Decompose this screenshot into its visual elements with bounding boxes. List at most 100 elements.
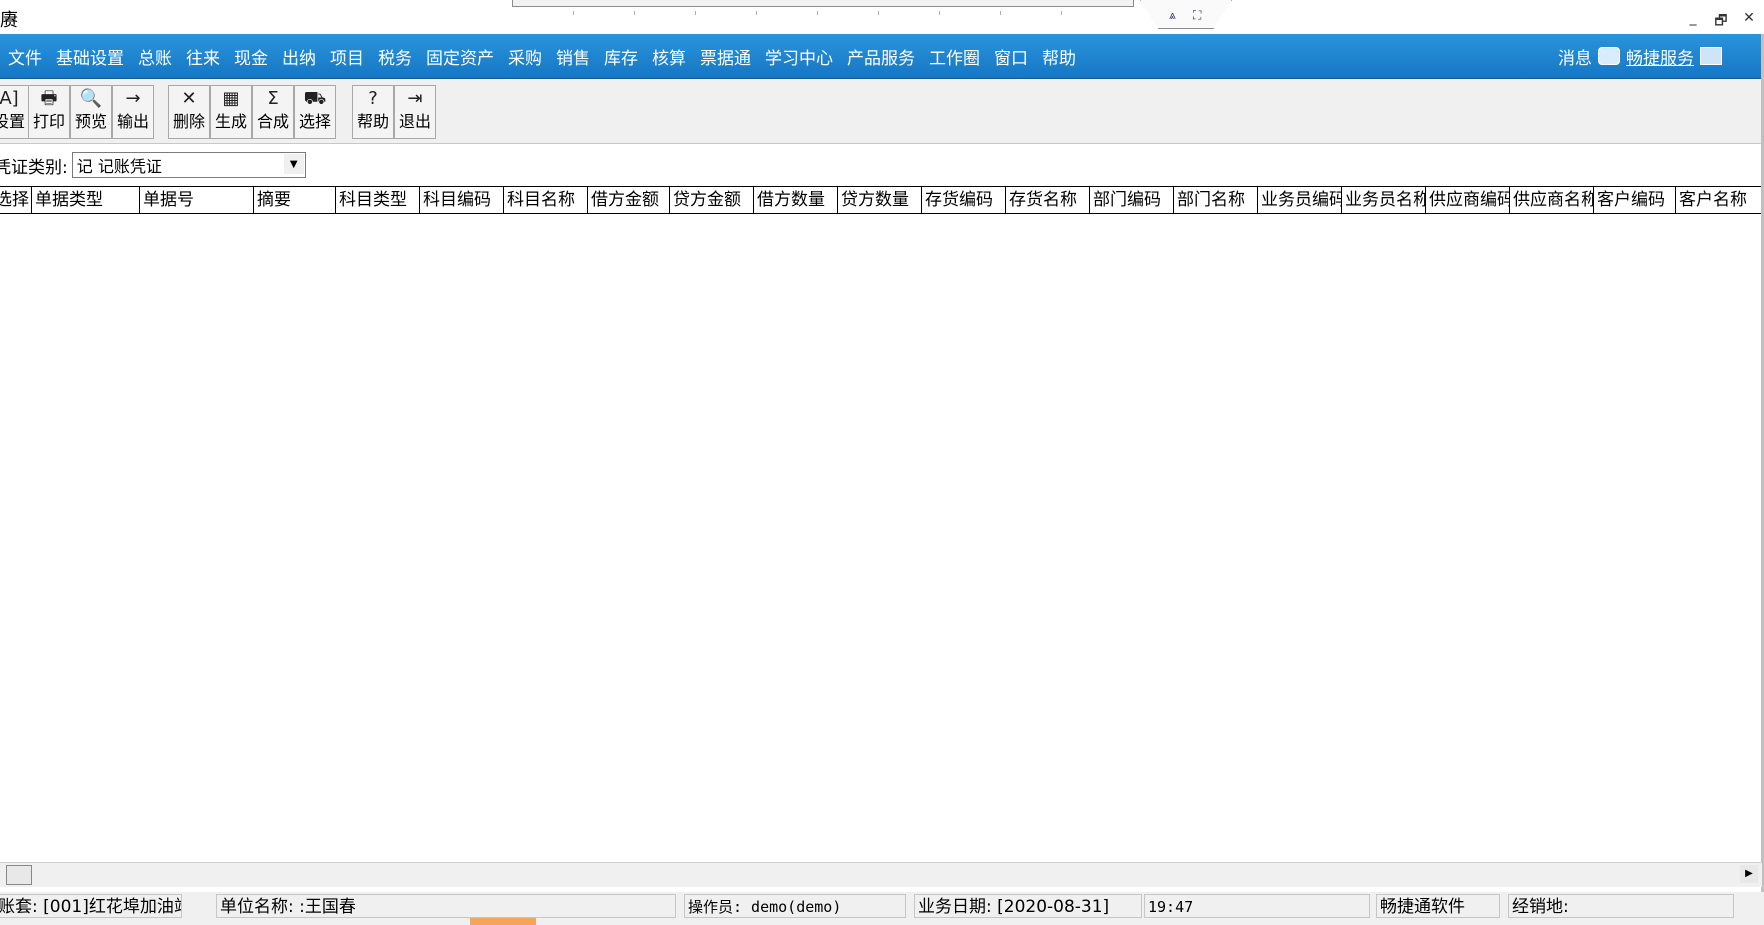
toolbar-label: 退出 — [398, 112, 431, 131]
column-header[interactable]: 存货名称 — [1006, 187, 1090, 213]
toolbar-label: 合成 — [256, 112, 289, 131]
column-header[interactable]: 单据类型 — [32, 187, 140, 213]
grid-body[interactable] — [0, 214, 1762, 862]
column-header[interactable]: 科目类型 — [336, 187, 420, 213]
grid-header: 选择单据类型单据号摘要科目类型科目编码科目名称借方金额贷方金额借方数量贷方数量存… — [0, 186, 1762, 215]
column-header[interactable]: 供应商编码 — [1426, 187, 1510, 213]
toolbar-label: 设置 — [0, 112, 25, 131]
toolbar-label: 输出 — [116, 112, 149, 131]
toolbar-button[interactable]: A] 设置 — [0, 85, 30, 139]
column-header[interactable]: 借方数量 — [754, 187, 838, 213]
toolbar-button[interactable]: → 输出 — [112, 85, 154, 139]
status-progress-indicator — [470, 918, 536, 925]
service-window-icon[interactable] — [1700, 47, 1722, 65]
toolbar: A] 设置 🖶 打印 🔍 预览 → 输出 ✕ 删除 ▦ 生成 Σ 合成 ⛟ 选择? 帮助 ⇥ 退出 — [0, 79, 1762, 144]
menu-item[interactable]: 文件 — [8, 44, 42, 69]
toolbar-button[interactable]: ✕ 删除 — [168, 85, 210, 139]
collapse-up-icon[interactable]: ⩓ — [1169, 8, 1176, 23]
status-bar: 账套: [001]红花埠加油站 单位名称: :王国春 操作员: demo(dem… — [0, 892, 1764, 925]
column-header[interactable]: 客户编码 — [1594, 187, 1676, 213]
toolbar-label: 生成 — [214, 112, 247, 131]
toolbar-icon: → — [125, 88, 141, 109]
dropdown-arrow-icon[interactable]: ▼ — [283, 154, 304, 174]
toolbar-label: 预览 — [74, 112, 107, 131]
window-controls: _ 🗗 ✕ — [1686, 10, 1756, 34]
column-header[interactable]: 业务员编码 — [1258, 187, 1342, 213]
status-dealer: 经销地: — [1508, 894, 1734, 918]
toolbar-icon: 🖶 — [40, 88, 58, 109]
menu-item[interactable]: 票据通 — [700, 44, 751, 69]
scroll-right-icon[interactable]: ▶ — [1740, 865, 1758, 883]
toolbar-button[interactable]: ? 帮助 — [352, 85, 394, 139]
toolbar-icon: A] — [0, 88, 19, 109]
scrollbar-thumb[interactable] — [6, 865, 32, 885]
column-header[interactable]: 业务员名称 — [1342, 187, 1426, 213]
menu-item[interactable]: 基础设置 — [56, 44, 124, 69]
menu-item[interactable]: 现金 — [234, 44, 268, 69]
voucher-type-label: 凭证类别: — [0, 157, 68, 178]
menu-item[interactable]: 库存 — [604, 44, 638, 69]
column-header[interactable]: 贷方数量 — [838, 187, 922, 213]
menu-item[interactable]: 采购 — [508, 44, 542, 69]
column-header[interactable]: 供应商名称 — [1510, 187, 1594, 213]
menu-item[interactable]: 项目 — [330, 44, 364, 69]
toolbar-label: 帮助 — [356, 112, 389, 131]
floating-panel-tab[interactable]: ⩓ ⛶ — [1140, 0, 1232, 29]
toolbar-icon: ? — [368, 88, 378, 109]
menu-item[interactable]: 总账 — [138, 44, 172, 69]
status-product: 畅捷通软件 — [1376, 894, 1500, 918]
menu-item[interactable]: 销售 — [556, 44, 590, 69]
menu-right-area: 消息 畅捷服务 — [1558, 34, 1722, 78]
column-header[interactable]: 选择 — [0, 187, 32, 213]
menu-item[interactable]: 出纳 — [282, 44, 316, 69]
toolbar-icon: ▦ — [222, 88, 240, 109]
menu-item[interactable]: 帮助 — [1042, 44, 1076, 69]
status-account: 账套: [001]红花埠加油站 — [0, 894, 182, 918]
floating-toolbar-strip — [512, 0, 1134, 15]
toolbar-label: 删除 — [172, 112, 205, 131]
voucher-type-select[interactable]: 记 记账凭证 ▼ — [71, 152, 306, 178]
toolbar-button[interactable]: 🔍 预览 — [70, 85, 112, 139]
menu-item[interactable]: 税务 — [378, 44, 412, 69]
menu-item[interactable]: 往来 — [186, 44, 220, 69]
toolbar-button[interactable]: 🖶 打印 — [28, 85, 70, 139]
status-unit: 单位名称: :王国春 — [216, 894, 676, 918]
menu-item[interactable]: 产品服务 — [847, 44, 915, 69]
toolbar-icon: ⇥ — [407, 88, 423, 109]
restore-button[interactable]: 🗗 — [1714, 10, 1728, 34]
menu-item[interactable]: 工作圈 — [929, 44, 980, 69]
column-header[interactable]: 科目编码 — [420, 187, 504, 213]
column-header[interactable]: 部门名称 — [1174, 187, 1258, 213]
menu-item[interactable]: 学习中心 — [765, 44, 833, 69]
window-title: 赓 — [0, 10, 18, 31]
status-date: 业务日期: [2020-08-31] — [914, 894, 1142, 918]
toolbar-icon: ✕ — [181, 88, 197, 109]
column-header[interactable]: 贷方金额 — [670, 187, 754, 213]
status-operator: 操作员: demo(demo) — [684, 894, 906, 918]
menu-item[interactable]: 窗口 — [994, 44, 1028, 69]
column-header[interactable]: 单据号 — [140, 187, 254, 213]
column-header[interactable]: 客户名称 — [1676, 187, 1762, 213]
chat-bubble-icon[interactable] — [1598, 47, 1620, 65]
minimize-button[interactable]: _ — [1686, 10, 1700, 34]
messages-link[interactable]: 消息 — [1558, 44, 1592, 69]
service-link[interactable]: 畅捷服务 — [1626, 44, 1694, 69]
status-time: 19:47 — [1144, 894, 1370, 918]
column-header[interactable]: 部门编码 — [1090, 187, 1174, 213]
menu-item[interactable]: 核算 — [652, 44, 686, 69]
close-button[interactable]: ✕ — [1742, 10, 1756, 34]
horizontal-scrollbar[interactable]: ▶ — [0, 862, 1762, 887]
expand-icon[interactable]: ⛶ — [1193, 8, 1201, 23]
toolbar-label: 打印 — [32, 112, 65, 131]
title-bar: 赓 ⩓ ⛶ _ 🗗 ✕ — [0, 0, 1764, 34]
toolbar-button[interactable]: ⛟ 选择 — [294, 85, 336, 139]
toolbar-button[interactable]: ⇥ 退出 — [394, 85, 436, 139]
toolbar-button[interactable]: Σ 合成 — [252, 85, 294, 139]
menu-bar: 文件 基础设置 总账 往来 现金 出纳 项目 税务 固定资产 采购 销售 库存 核算 票据通 学习中心 产品服… — [0, 34, 1762, 79]
menu-item[interactable]: 固定资产 — [426, 44, 494, 69]
column-header[interactable]: 存货编码 — [922, 187, 1006, 213]
toolbar-button[interactable]: ▦ 生成 — [210, 85, 252, 139]
column-header[interactable]: 摘要 — [254, 187, 336, 213]
column-header[interactable]: 借方金额 — [588, 187, 670, 213]
column-header[interactable]: 科目名称 — [504, 187, 588, 213]
